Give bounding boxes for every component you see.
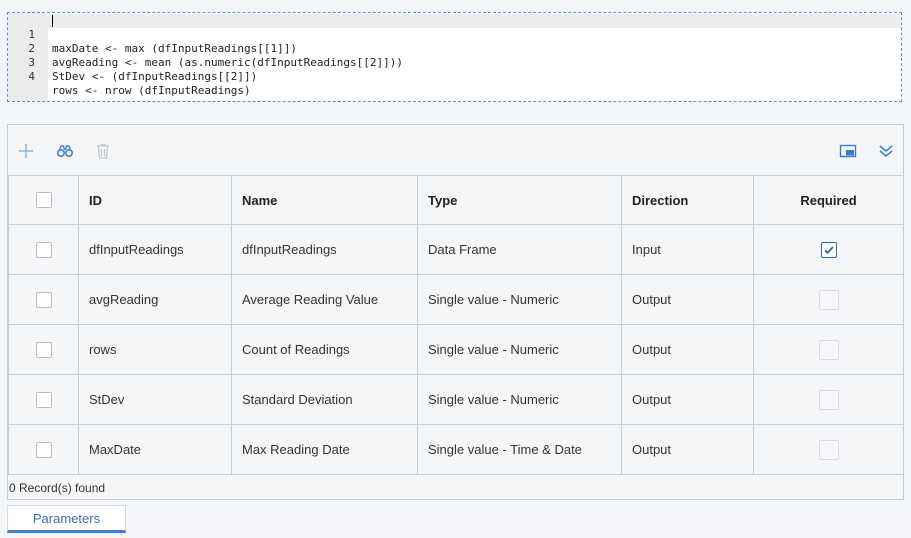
- cell-type: Single value - Numeric: [417, 324, 622, 375]
- row-checkbox[interactable]: [35, 441, 52, 458]
- cell-required: [753, 374, 904, 425]
- select-all-checkbox[interactable]: [35, 192, 52, 209]
- cell-direction: Output: [621, 324, 754, 375]
- cell-type: Single value - Numeric: [417, 274, 622, 325]
- required-checkbox-checked[interactable]: [820, 241, 837, 258]
- column-header-type[interactable]: Type: [417, 175, 622, 225]
- cell-required: [753, 224, 904, 275]
- window-icon[interactable]: [839, 142, 857, 160]
- code-line[interactable]: 3 StDev <- (dfInputReadings[[2]]): [8, 42, 901, 83]
- row-checkbox[interactable]: [35, 291, 52, 308]
- column-header-direction[interactable]: Direction: [621, 175, 754, 225]
- cell-direction: Output: [621, 274, 754, 325]
- trash-icon[interactable]: [94, 142, 112, 160]
- cell-id: avgReading: [78, 274, 232, 325]
- code-line[interactable]: 4 rows <- nrow (dfInputReadings): [8, 56, 901, 97]
- cell-required: [753, 424, 904, 475]
- row-select-cell: [8, 374, 79, 425]
- column-header-id[interactable]: ID: [78, 175, 232, 225]
- cell-required: [753, 324, 904, 375]
- row-checkbox[interactable]: [35, 391, 52, 408]
- select-all-cell: [8, 175, 79, 225]
- cell-name: Max Reading Date: [231, 424, 418, 475]
- text-cursor: [52, 15, 53, 27]
- cell-type: Data Frame: [417, 224, 622, 275]
- table-row[interactable]: StDev Standard Deviation Single value - …: [8, 374, 904, 425]
- cell-required: [753, 274, 904, 325]
- record-count: 0 Record(s) found: [9, 481, 106, 495]
- row-select-cell: [8, 324, 79, 375]
- plus-icon[interactable]: [17, 142, 35, 160]
- cell-id: rows: [78, 324, 232, 375]
- double-chevron-down-icon[interactable]: [877, 142, 895, 160]
- table-row[interactable]: MaxDate Max Reading Date Single value - …: [8, 424, 904, 475]
- row-checkbox[interactable]: [35, 341, 52, 358]
- code-text[interactable]: rows <- nrow (dfInputReadings): [52, 84, 251, 98]
- cell-name: Average Reading Value: [231, 274, 418, 325]
- cell-direction: Input: [621, 224, 754, 275]
- binoculars-icon[interactable]: [56, 142, 74, 160]
- code-text[interactable]: StDev <- (dfInputReadings[[2]]): [52, 70, 257, 84]
- table-header-row: ID Name Type Direction Required: [8, 175, 904, 225]
- table-row[interactable]: rows Count of Readings Single value - Nu…: [8, 324, 904, 375]
- column-header-required[interactable]: Required: [753, 175, 904, 225]
- cell-direction: Output: [621, 374, 754, 425]
- cell-type: Single value - Numeric: [417, 374, 622, 425]
- row-checkbox[interactable]: [35, 241, 52, 258]
- code-editor[interactable]: 1 maxDate <- max (dfInputReadings[[1]]) …: [7, 12, 902, 102]
- cell-name: Count of Readings: [231, 324, 418, 375]
- cell-type: Single value - Time & Date: [417, 424, 622, 475]
- parameters-panel: ID Name Type Direction Required dfInputR…: [7, 124, 904, 500]
- table-row[interactable]: dfInputReadings dfInputReadings Data Fra…: [8, 224, 904, 275]
- required-checkbox: [818, 339, 839, 360]
- line-number: 4: [28, 70, 35, 83]
- row-select-cell: [8, 274, 79, 325]
- row-select-cell: [8, 424, 79, 475]
- code-line[interactable]: 2 avgReading <- mean (as.numeric(dfInput…: [8, 28, 901, 69]
- required-checkbox: [818, 289, 839, 310]
- checkmark-icon: [823, 246, 834, 254]
- cell-direction: Output: [621, 424, 754, 475]
- cell-name: dfInputReadings: [231, 224, 418, 275]
- cell-id: StDev: [78, 374, 232, 425]
- row-select-cell: [8, 224, 79, 275]
- column-header-name[interactable]: Name: [231, 175, 418, 225]
- grid-toolbar: [8, 125, 903, 175]
- cell-id: dfInputReadings: [78, 224, 232, 275]
- code-line[interactable]: 1 maxDate <- max (dfInputReadings[[1]]): [8, 14, 901, 55]
- cell-name: Standard Deviation: [231, 374, 418, 425]
- required-checkbox: [818, 389, 839, 410]
- table-row[interactable]: avgReading Average Reading Value Single …: [8, 274, 904, 325]
- cell-id: MaxDate: [78, 424, 232, 475]
- required-checkbox: [818, 439, 839, 460]
- parameters-table: ID Name Type Direction Required dfInputR…: [8, 175, 904, 475]
- tab-parameters[interactable]: Parameters: [7, 505, 126, 533]
